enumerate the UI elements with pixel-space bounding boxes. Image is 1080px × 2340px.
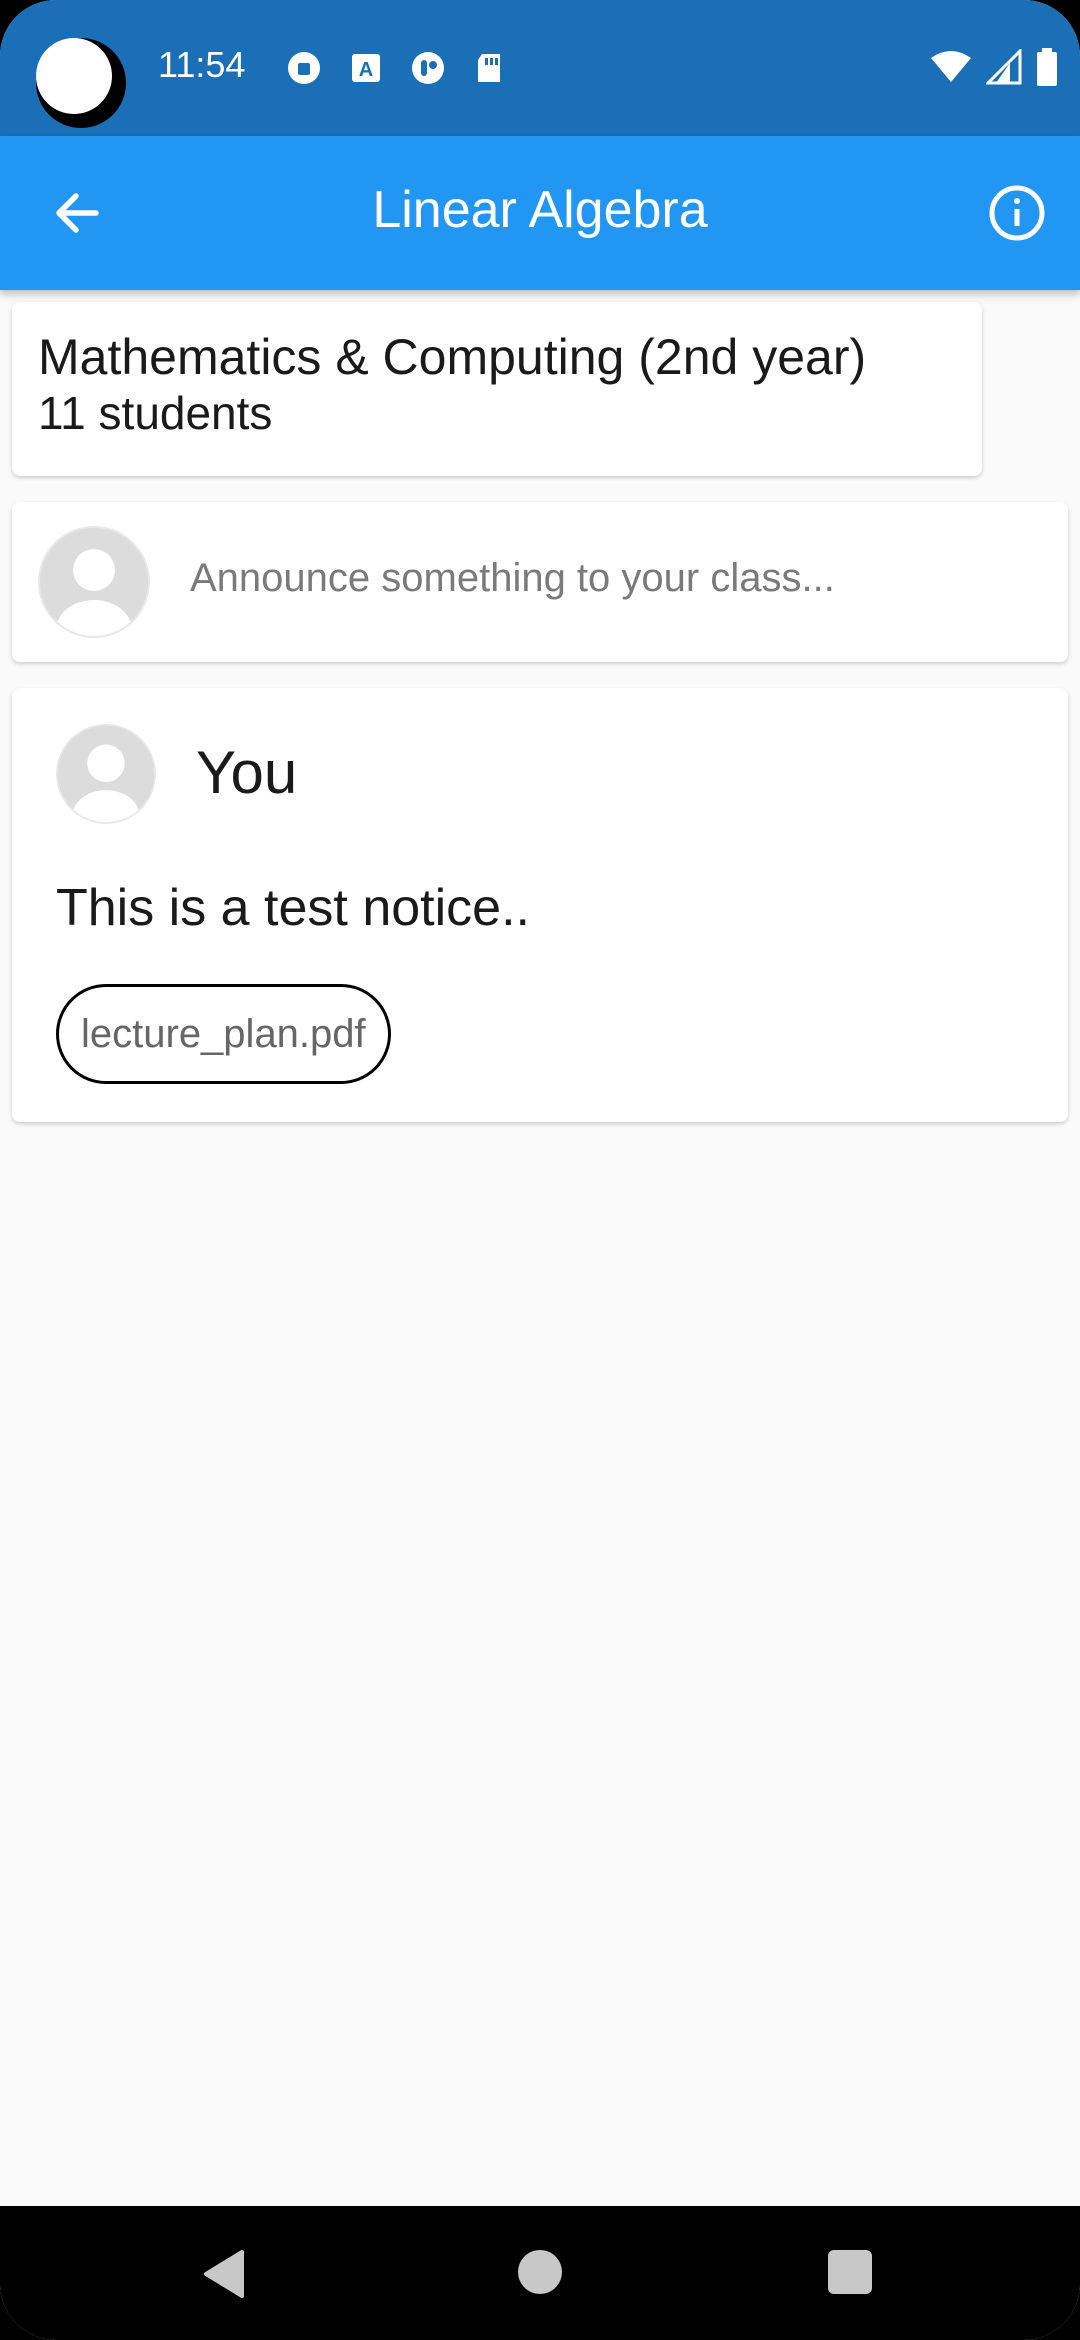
camera-cutout (36, 38, 126, 128)
vpn-icon (288, 52, 320, 84)
avatar (38, 526, 150, 638)
attachment-chip[interactable]: lecture_plan.pdf (56, 984, 391, 1084)
notification-icons: A (286, 50, 508, 86)
announce-input[interactable]: Announce something to your class... (190, 556, 835, 601)
info-icon (989, 185, 1045, 241)
status-bar: 11:54 A (0, 0, 1080, 136)
student-count: 11 students (38, 387, 273, 439)
navigation-bar (0, 2206, 1080, 2340)
toggle-icon (412, 52, 444, 84)
text-a-icon: A (352, 54, 380, 82)
post-author: You (196, 739, 298, 806)
nav-home-icon[interactable] (518, 2250, 562, 2294)
nav-recents-icon[interactable] (828, 2250, 872, 2294)
wifi-icon (931, 51, 971, 82)
app-screen: 11:54 A Linear Algebra Mathematics & Com… (0, 0, 1080, 2340)
battery-icon (1037, 48, 1057, 86)
post-card: You This is a test notice.. lecture_plan… (12, 688, 1068, 1122)
system-status-icons (930, 48, 1058, 86)
announce-box[interactable]: Announce something to your class... (12, 502, 1068, 662)
info-button[interactable] (984, 180, 1050, 246)
post-body: This is a test notice.. (56, 879, 530, 937)
class-name: Mathematics & Computing (2nd year) (38, 329, 867, 385)
signal-icon (986, 49, 1022, 85)
sd-card-icon (478, 54, 500, 82)
status-time: 11:54 (158, 44, 246, 85)
class-info-card: Mathematics & Computing (2nd year) 11 st… (12, 302, 982, 476)
avatar (56, 724, 156, 824)
app-bar: Linear Algebra (0, 136, 1080, 290)
page-title: Linear Algebra (372, 181, 708, 239)
nav-back-icon[interactable] (200, 2248, 248, 2300)
svg-text:A: A (359, 59, 373, 81)
